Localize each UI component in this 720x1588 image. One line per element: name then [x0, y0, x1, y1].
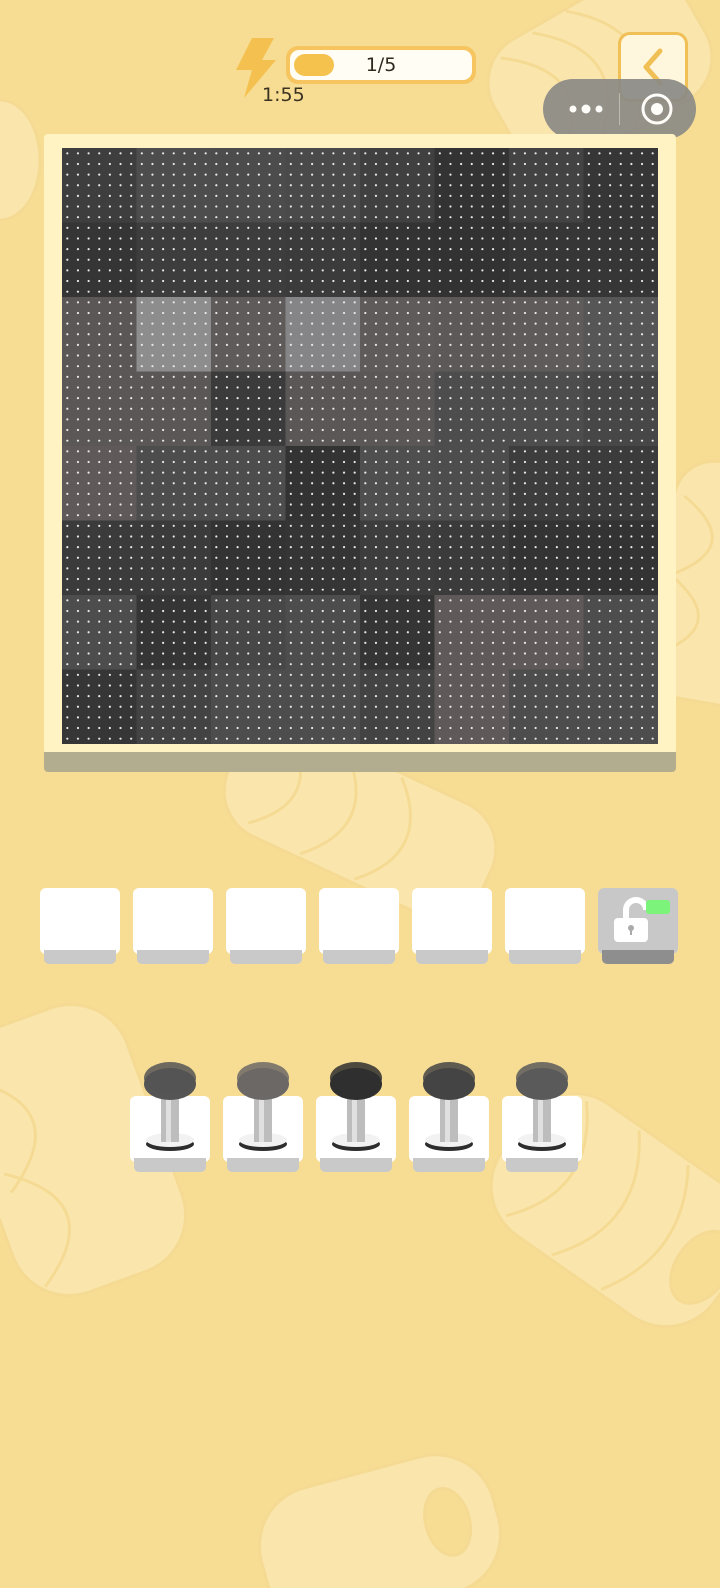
grid-block: [583, 371, 658, 446]
grid-block: [62, 595, 137, 670]
grid-block: [509, 669, 584, 744]
grid-block: [434, 148, 509, 223]
grid-block: [509, 371, 584, 446]
grid-block: [360, 148, 435, 223]
grid-block: [136, 148, 211, 223]
grid-block: [285, 520, 360, 595]
progress-text: 1/5: [365, 54, 397, 76]
grid-block: [583, 222, 658, 297]
grid-block: [285, 222, 360, 297]
empty-slot[interactable]: [319, 888, 399, 968]
grid-block: [583, 595, 658, 670]
grid-block: [62, 148, 137, 223]
grid-block: [434, 371, 509, 446]
grid-block: [509, 148, 584, 223]
grid-block: [509, 297, 584, 372]
grid-block: [136, 297, 211, 372]
empty-slot[interactable]: [133, 888, 213, 968]
mini-program-capsule: [543, 79, 696, 139]
grid-block: [285, 446, 360, 521]
grid-block: [62, 297, 137, 372]
grid-block: [434, 520, 509, 595]
grid-block: [136, 222, 211, 297]
top-hud: 1:55 1/5: [0, 0, 720, 139]
grid-block: [62, 222, 137, 297]
more-dots-icon[interactable]: [561, 91, 611, 127]
grid-block: [62, 446, 137, 521]
grid-block: [360, 297, 435, 372]
unlock-ad-badge: [646, 900, 670, 914]
level-progress-bar: 1/5: [286, 46, 476, 84]
grid-block: [285, 371, 360, 446]
grid-block: [360, 595, 435, 670]
empty-slot[interactable]: [505, 888, 585, 968]
grid-block: [583, 297, 658, 372]
grid-block: [360, 446, 435, 521]
spool-icon: [516, 1062, 568, 1151]
grid-block: [62, 669, 137, 744]
grid-block: [434, 222, 509, 297]
locked-slot[interactable]: [598, 888, 678, 968]
thread-spool[interactable]: [316, 1060, 396, 1180]
grid-block: [583, 446, 658, 521]
grid-block: [285, 297, 360, 372]
grid-block: [211, 222, 286, 297]
grid-block: [211, 371, 286, 446]
grid-block: [360, 371, 435, 446]
holding-slots: [40, 888, 690, 968]
thread-spool[interactable]: [409, 1060, 489, 1180]
spool-icon: [144, 1062, 196, 1151]
grid-block: [360, 669, 435, 744]
grid-block: [136, 669, 211, 744]
grid-block: [211, 669, 286, 744]
countdown-timer: 1:55: [262, 84, 305, 106]
grid-block: [360, 222, 435, 297]
spool-icon: [330, 1062, 382, 1151]
grid-block: [62, 520, 137, 595]
puzzle-board-edge: [44, 752, 676, 772]
target-circle-icon[interactable]: [629, 91, 685, 127]
grid-block: [211, 595, 286, 670]
grid-block: [509, 222, 584, 297]
thread-spool[interactable]: [130, 1060, 210, 1180]
grid-block: [136, 446, 211, 521]
spool-icon: [423, 1062, 475, 1151]
empty-slot[interactable]: [412, 888, 492, 968]
grid-block: [434, 446, 509, 521]
grid-block: [211, 297, 286, 372]
grid-block: [136, 371, 211, 446]
thread-spool[interactable]: [502, 1060, 582, 1180]
grid-block: [285, 148, 360, 223]
spool-tray: [130, 1060, 600, 1180]
empty-slot[interactable]: [226, 888, 306, 968]
grid-block: [509, 520, 584, 595]
grid-block: [434, 595, 509, 670]
grid-block: [211, 520, 286, 595]
grid-block: [434, 297, 509, 372]
grid-block: [285, 595, 360, 670]
spool-icon: [237, 1062, 289, 1151]
grid-block: [583, 669, 658, 744]
grid-block: [211, 446, 286, 521]
grid-block: [360, 520, 435, 595]
thread-spool[interactable]: [223, 1060, 303, 1180]
grid-block: [434, 669, 509, 744]
grid-block: [62, 371, 137, 446]
grid-block: [509, 446, 584, 521]
grid-block: [509, 595, 584, 670]
grid-block: [136, 595, 211, 670]
grid-block: [211, 148, 286, 223]
grid-block: [285, 669, 360, 744]
grid-block: [583, 148, 658, 223]
grid-block: [136, 520, 211, 595]
pixel-grid[interactable]: [62, 148, 658, 744]
grid-block: [583, 520, 658, 595]
empty-slot[interactable]: [40, 888, 120, 968]
